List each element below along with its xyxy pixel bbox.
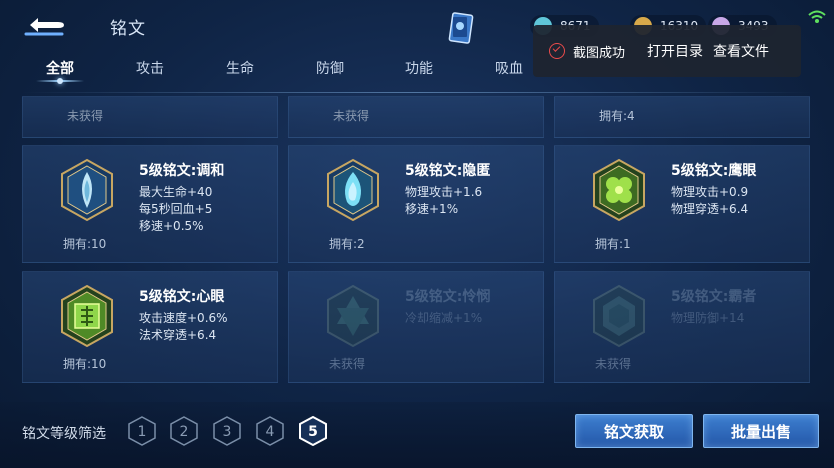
header-divider bbox=[22, 92, 812, 93]
stealth-emblem-icon bbox=[327, 158, 379, 222]
owned-status: 拥有:4 bbox=[599, 109, 635, 123]
level-filter-5[interactable]: 5 bbox=[299, 416, 327, 446]
level-filter-label: 铭文等级筛选 bbox=[22, 426, 106, 442]
level-filter-label-1: 1 bbox=[138, 424, 147, 440]
level-filter-label-4: 4 bbox=[266, 424, 275, 440]
level-filter-label-3: 3 bbox=[223, 424, 232, 440]
inscription-stat: 每5秒回血+5 bbox=[139, 202, 213, 216]
inscription-name: 5级铭文:鹰眼 bbox=[671, 163, 757, 179]
inscription-name: 5级铭文:怜悯 bbox=[405, 289, 491, 305]
obtain-inscription-button[interactable]: 铭文获取 bbox=[575, 414, 693, 448]
inscription-card-partial[interactable]: 拥有:4 bbox=[554, 96, 810, 138]
inscription-card[interactable]: 5级铭文:心眼 攻击速度+0.6% 法术穿透+6.4 拥有:10 bbox=[22, 271, 278, 383]
inscription-name: 5级铭文:调和 bbox=[139, 163, 225, 179]
back-arrow-icon[interactable] bbox=[22, 10, 70, 40]
inscription-name: 5级铭文:心眼 bbox=[139, 289, 225, 305]
tab-all[interactable]: 全部 bbox=[46, 58, 74, 78]
tab-lifesteal[interactable]: 吸血 bbox=[495, 58, 523, 78]
level-filter-2[interactable]: 2 bbox=[170, 416, 198, 446]
inscription-card-locked[interactable]: 5级铭文:霸者 物理防御+14 未获得 bbox=[554, 271, 810, 383]
tab-defense[interactable]: 防御 bbox=[316, 58, 344, 78]
owned-count: 未获得 bbox=[595, 357, 632, 371]
inscription-stat: 移速+1% bbox=[405, 202, 459, 216]
inscription-name: 5级铭文:隐匿 bbox=[405, 163, 491, 179]
open-folder-link[interactable]: 打开目录 bbox=[647, 41, 703, 61]
tab-utility[interactable]: 功能 bbox=[405, 58, 433, 78]
harmony-emblem-icon bbox=[61, 158, 113, 222]
inscription-stat: 攻击速度+0.6% bbox=[139, 311, 228, 325]
level-filter-3[interactable]: 3 bbox=[213, 416, 241, 446]
owned-status: 未获得 bbox=[333, 109, 370, 123]
inscription-card-locked[interactable]: 5级铭文:怜悯 冷却缩减+1% 未获得 bbox=[288, 271, 544, 383]
owned-count: 拥有:2 bbox=[329, 237, 365, 251]
owned-count: 拥有:10 bbox=[63, 357, 107, 371]
owned-count: 未获得 bbox=[329, 357, 366, 371]
inscription-stat: 物理攻击+1.6 bbox=[405, 185, 483, 199]
view-file-link[interactable]: 查看文件 bbox=[713, 41, 769, 61]
mind-eye-emblem-icon bbox=[61, 284, 113, 348]
page-title: 铭文 bbox=[110, 19, 146, 39]
level-filter-4[interactable]: 4 bbox=[256, 416, 284, 446]
screenshot-toast: 截图成功 打开目录 查看文件 bbox=[533, 25, 801, 77]
tab-active-dot bbox=[57, 78, 63, 84]
inscription-card-partial[interactable]: 未获得 bbox=[22, 96, 278, 138]
inscription-card[interactable]: 5级铭文:鹰眼 物理攻击+0.9 物理穿透+6.4 拥有:1 bbox=[554, 145, 810, 263]
level-filter-1[interactable]: 1 bbox=[128, 416, 156, 446]
level-filter-label-5: 5 bbox=[308, 424, 318, 440]
inscription-name: 5级铭文:霸者 bbox=[671, 289, 757, 305]
inscription-stat: 物理防御+14 bbox=[671, 311, 745, 325]
owned-status: 未获得 bbox=[67, 109, 104, 123]
inscription-card[interactable]: 5级铭文:隐匿 物理攻击+1.6 移速+1% 拥有:2 bbox=[288, 145, 544, 263]
inscription-stat: 最大生命+40 bbox=[139, 185, 213, 199]
wifi-icon bbox=[808, 10, 826, 23]
hawk-eye-emblem-icon bbox=[593, 158, 645, 222]
level-filter-label-2: 2 bbox=[180, 424, 189, 440]
mercy-emblem-icon bbox=[327, 284, 379, 348]
owned-count: 拥有:1 bbox=[595, 237, 631, 251]
inscription-stat: 冷却缩减+1% bbox=[405, 311, 483, 325]
inscription-stat: 移速+0.5% bbox=[139, 219, 204, 233]
bulk-sell-button[interactable]: 批量出售 bbox=[703, 414, 819, 448]
inscription-stat: 物理攻击+0.9 bbox=[671, 185, 749, 199]
owned-count: 拥有:10 bbox=[63, 237, 107, 251]
check-circle-icon bbox=[549, 43, 565, 59]
tab-attack[interactable]: 攻击 bbox=[136, 58, 164, 78]
toast-message: 截图成功 bbox=[573, 45, 626, 61]
inscription-stat: 物理穿透+6.4 bbox=[671, 202, 749, 216]
inscription-card-partial[interactable]: 未获得 bbox=[288, 96, 544, 138]
tab-health[interactable]: 生命 bbox=[226, 58, 254, 78]
card-deck-icon[interactable] bbox=[448, 12, 474, 44]
dominator-emblem-icon bbox=[593, 284, 645, 348]
inscription-card[interactable]: 5级铭文:调和 最大生命+40 每5秒回血+5 移速+0.5% 拥有:10 bbox=[22, 145, 278, 263]
inscription-stat: 法术穿透+6.4 bbox=[139, 328, 217, 342]
